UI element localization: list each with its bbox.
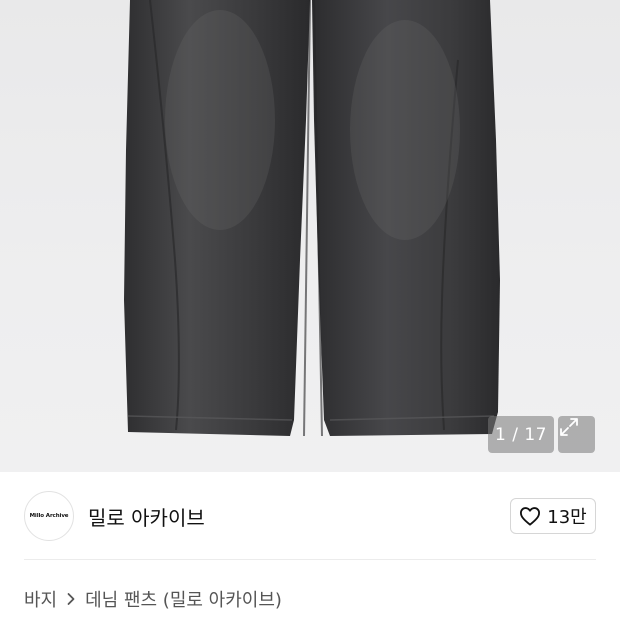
divider — [24, 559, 596, 560]
product-image[interactable]: 1 / 17 — [0, 0, 620, 472]
chevron-right-icon — [66, 592, 76, 606]
breadcrumb: 바지 데님 팬츠 (밀로 아카이브) — [24, 586, 282, 612]
breadcrumb-item-subcategory[interactable]: 데님 팬츠 (밀로 아카이브) — [85, 586, 282, 612]
brand-logo[interactable]: Millo Archive — [24, 491, 74, 541]
breadcrumb-item-category[interactable]: 바지 — [24, 586, 57, 612]
expand-button[interactable] — [558, 416, 595, 453]
heart-outline-icon — [520, 507, 541, 526]
like-button[interactable]: 13만 — [510, 498, 596, 534]
denim-pants-image — [124, 0, 500, 437]
image-counter: 1 / 17 — [488, 416, 554, 453]
brand-logo-text: Millo Archive — [29, 513, 69, 519]
expand-arrows-icon — [560, 418, 578, 436]
brand-name[interactable]: 밀로 아카이브 — [88, 502, 205, 531]
brand-row: Millo Archive 밀로 아카이브 13만 — [0, 472, 620, 560]
like-count: 13만 — [547, 507, 587, 528]
